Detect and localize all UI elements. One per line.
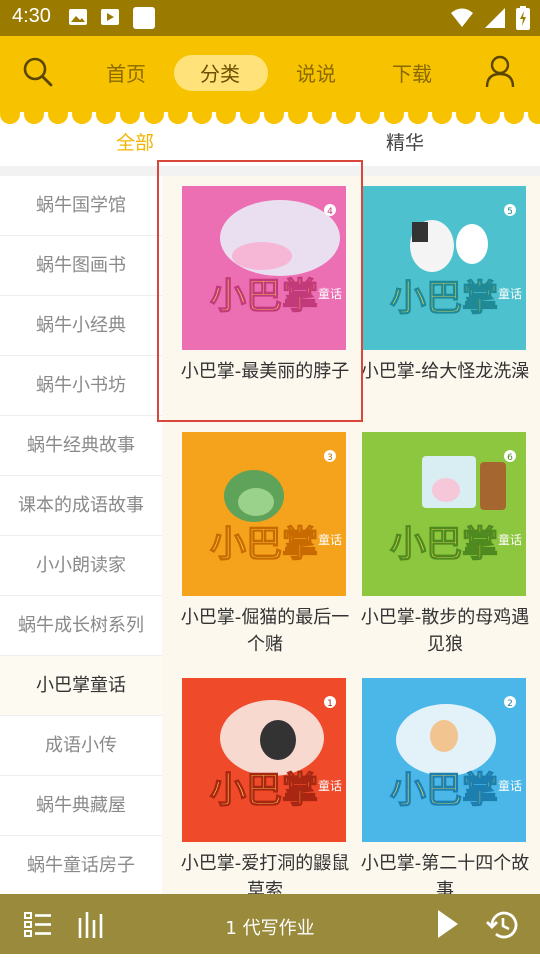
book-cover: 小巴掌 童话 5 [362, 186, 526, 350]
sidebar-item[interactable]: 小小朗读家 [0, 536, 162, 596]
sidebar-item[interactable]: 蜗牛成长树系列 [0, 596, 162, 656]
svg-text:童话: 童话 [318, 778, 342, 793]
sidebar-item[interactable]: 蜗牛典藏屋 [0, 776, 162, 836]
battery-icon [516, 6, 530, 30]
book-title: 小巴掌-爱打洞的鼹鼠草索 [180, 853, 350, 894]
status-time: 4:30 [12, 5, 51, 27]
selection-highlight [157, 160, 363, 422]
book-cover: 小巴掌 童话 6 [362, 432, 526, 596]
cover-illustration: 小巴掌 童话 5 [362, 186, 526, 350]
svg-text:童话: 童话 [498, 778, 522, 793]
book-title: 小巴掌-第二十四个故事 [360, 853, 530, 894]
sidebar-item[interactable]: 蜗牛图画书 [0, 236, 162, 296]
book-cover: 小巴掌 童话 2 [362, 678, 526, 842]
svg-text:小巴掌: 小巴掌 [390, 770, 498, 811]
bottom-edge [0, 954, 540, 960]
cover-illustration: 小巴掌 童话 1 [182, 678, 346, 842]
svg-text:6: 6 [507, 453, 513, 463]
book-cover: 小巴掌 童话 3 [182, 432, 346, 596]
sidebar-item[interactable]: 课本的成语故事 [0, 476, 162, 536]
nav-tab-home[interactable]: 首页 [86, 56, 166, 92]
svg-text:5: 5 [507, 207, 513, 217]
sidebar-item[interactable]: 成语小传 [0, 716, 162, 776]
sidebar-item-active[interactable]: 小巴掌童话 [0, 656, 162, 716]
book-title: 小巴掌-散步的母鸡遇见狼 [360, 607, 530, 655]
history-icon[interactable] [486, 908, 520, 942]
nav-tab-category[interactable]: 分类 [180, 56, 260, 92]
svg-text:小巴掌: 小巴掌 [210, 524, 318, 565]
top-nav [0, 36, 540, 110]
book-title: 小巴掌-给大怪龙洗澡 [360, 361, 530, 382]
book-cover: 小巴掌 童话 1 [182, 678, 346, 842]
play-icon[interactable] [436, 908, 460, 940]
category-sidebar: 蜗牛国学馆 蜗牛图画书 蜗牛小经典 蜗牛小书坊 蜗牛经典故事 课本的成语故事 小… [0, 176, 162, 894]
svg-text:3: 3 [327, 453, 333, 463]
app-notification-icon [133, 7, 155, 29]
wifi-icon [451, 8, 473, 27]
sidebar-item[interactable]: 蜗牛国学馆 [0, 176, 162, 236]
sidebar-item[interactable]: 蜗牛童话房子 [0, 836, 162, 894]
cover-illustration: 小巴掌 童话 2 [362, 678, 526, 842]
status-bar: 4:30 [0, 0, 540, 36]
image-notification-icon [69, 9, 87, 25]
svg-text:小巴掌: 小巴掌 [390, 524, 498, 565]
search-icon[interactable] [22, 56, 54, 88]
svg-text:小巴掌: 小巴掌 [210, 770, 318, 811]
svg-text:童话: 童话 [498, 286, 522, 301]
cover-illustration: 小巴掌 童话 3 [182, 432, 346, 596]
sub-tab-all[interactable]: 全部 [116, 128, 154, 155]
sidebar-item[interactable]: 蜗牛小经典 [0, 296, 162, 356]
svg-text:童话: 童话 [318, 532, 342, 547]
sidebar-item[interactable]: 蜗牛小书坊 [0, 356, 162, 416]
sub-tab-featured[interactable]: 精华 [386, 128, 424, 155]
user-profile-icon[interactable] [484, 55, 516, 89]
nav-tab-download[interactable]: 下载 [372, 56, 452, 92]
signal-icon [485, 8, 505, 28]
cover-illustration: 小巴掌 童话 6 [362, 432, 526, 596]
svg-text:小巴掌: 小巴掌 [390, 278, 498, 319]
book-title: 小巴掌-倔猫的最后一个赌 [180, 607, 350, 655]
svg-text:2: 2 [507, 699, 513, 709]
nav-tab-talk[interactable]: 说说 [276, 56, 356, 92]
nav-scallop-edge [0, 108, 540, 124]
svg-text:童话: 童话 [498, 532, 522, 547]
svg-text:1: 1 [327, 699, 333, 709]
sidebar-item[interactable]: 蜗牛经典故事 [0, 416, 162, 476]
play-notification-icon [101, 9, 119, 25]
